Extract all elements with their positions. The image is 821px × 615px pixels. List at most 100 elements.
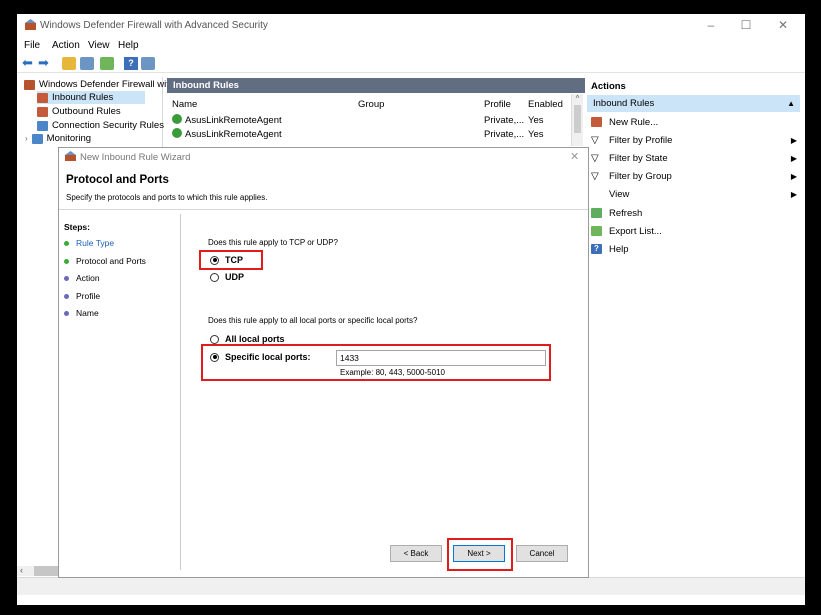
- wizard-heading: Protocol and Ports: [66, 174, 169, 186]
- radio-selected-icon: [210, 255, 219, 265]
- step-done-icon: [64, 240, 69, 246]
- up-folder-icon[interactable]: [62, 57, 76, 70]
- action-refresh[interactable]: Refresh: [591, 205, 801, 221]
- export-list-icon[interactable]: [100, 57, 114, 70]
- inbound-rules-icon: [37, 92, 48, 103]
- submenu-arrow-icon: ▶: [790, 153, 797, 163]
- step-profile[interactable]: Profile: [64, 291, 100, 301]
- wizard-title: New Inbound Rule Wizard: [80, 152, 191, 163]
- row-enabled: Yes: [528, 115, 544, 126]
- hscroll-thumb[interactable]: [34, 566, 58, 576]
- scroll-left-icon[interactable]: ‹: [20, 565, 23, 575]
- minimize-button[interactable]: –: [701, 18, 721, 32]
- steps-label: Steps:: [64, 222, 90, 232]
- step-protocol-and-ports[interactable]: Protocol and Ports: [64, 256, 146, 266]
- ports-question: Does this rule apply to all local ports …: [208, 316, 418, 325]
- submenu-arrow-icon: ▶: [790, 135, 797, 145]
- firewall-app-icon: [65, 151, 76, 161]
- action-view[interactable]: View ▶: [591, 186, 801, 202]
- table-row[interactable]: AsusLinkRemoteAgent: [172, 128, 282, 140]
- connection-security-icon: [37, 120, 48, 131]
- radio-empty-icon: [210, 272, 219, 282]
- step-current-icon: [64, 258, 69, 264]
- action-filter-by-state[interactable]: ▽ Filter by State ▶: [591, 150, 801, 166]
- close-button[interactable]: ✕: [773, 18, 793, 32]
- next-button[interactable]: Next >: [453, 545, 505, 562]
- action-filter-by-group[interactable]: ▽ Filter by Group ▶: [591, 168, 801, 184]
- column-profile[interactable]: Profile: [484, 99, 511, 110]
- radio-selected-icon: [210, 352, 219, 362]
- frame-right: [805, 0, 821, 615]
- help-icon: ?: [591, 244, 602, 254]
- action-help[interactable]: ? Help: [591, 241, 801, 257]
- menu-help[interactable]: Help: [118, 40, 139, 51]
- center-header: Inbound Rules: [167, 78, 585, 93]
- enabled-check-icon: [172, 114, 182, 124]
- row-profile: Private,...: [484, 115, 525, 126]
- actions-header: Actions: [591, 81, 626, 92]
- menu-action[interactable]: Action: [52, 40, 80, 51]
- local-ports-input[interactable]: 1433: [336, 350, 546, 366]
- tree-item-connection-security-rules[interactable]: Connection Security Rules: [37, 119, 164, 132]
- list-scrollbar[interactable]: ^: [571, 94, 583, 146]
- collapse-icon: ▲: [787, 99, 795, 108]
- protocol-question: Does this rule apply to TCP or UDP?: [208, 238, 338, 247]
- step-pending-icon: [64, 293, 69, 299]
- udp-radio[interactable]: UDP: [210, 272, 244, 282]
- tree-item-inbound-rules[interactable]: Inbound Rules: [37, 91, 145, 104]
- radio-empty-icon: [210, 334, 219, 344]
- row-profile: Private,...: [484, 129, 525, 140]
- ports-example: Example: 80, 443, 5000-5010: [340, 368, 445, 377]
- tcp-radio[interactable]: TCP: [210, 255, 243, 265]
- submenu-arrow-icon: ▶: [790, 171, 797, 181]
- frame-top: [0, 0, 821, 14]
- all-local-ports-radio[interactable]: All local ports: [210, 334, 285, 344]
- enabled-check-icon: [172, 128, 182, 138]
- wizard-divider: [59, 209, 588, 210]
- cancel-button[interactable]: Cancel: [516, 545, 568, 562]
- column-enabled[interactable]: Enabled: [528, 99, 563, 110]
- filter-icon: ▽: [591, 134, 599, 146]
- step-pending-icon: [64, 310, 69, 316]
- step-action[interactable]: Action: [64, 273, 100, 283]
- filter-icon: ▽: [591, 170, 599, 182]
- chevron-right-icon: ›: [25, 134, 28, 143]
- refresh-icon: [591, 208, 602, 218]
- step-rule-type[interactable]: Rule Type: [64, 238, 114, 248]
- action-export-list[interactable]: Export List...: [591, 223, 801, 239]
- frame-bottom: [0, 605, 821, 615]
- status-bar: [17, 577, 805, 595]
- action-filter-by-profile[interactable]: ▽ Filter by Profile ▶: [591, 132, 801, 148]
- step-pending-icon: [64, 275, 69, 281]
- new-rule-icon: [591, 117, 602, 127]
- frame-left: [0, 0, 17, 615]
- table-row[interactable]: AsusLinkRemoteAgent: [172, 114, 282, 126]
- action-pane-icon[interactable]: [141, 57, 155, 70]
- maximize-button[interactable]: ☐: [736, 18, 756, 32]
- tree-item-monitoring[interactable]: › Monitoring: [25, 132, 91, 145]
- actions-section-inbound-rules[interactable]: Inbound Rules ▲: [587, 95, 800, 112]
- row-enabled: Yes: [528, 129, 544, 140]
- window-title: Windows Defender Firewall with Advanced …: [40, 20, 268, 31]
- export-icon: [591, 226, 602, 236]
- column-name[interactable]: Name: [172, 99, 197, 110]
- back-arrow-icon[interactable]: ⬅: [22, 56, 36, 70]
- filter-icon: ▽: [591, 152, 599, 164]
- forward-arrow-icon[interactable]: ➡: [38, 56, 52, 70]
- column-group[interactable]: Group: [358, 99, 384, 110]
- firewall-icon: [24, 79, 35, 90]
- help-icon[interactable]: ?: [124, 57, 138, 70]
- specific-local-ports-radio[interactable]: Specific local ports:: [210, 352, 311, 362]
- menu-view[interactable]: View: [88, 40, 110, 51]
- action-new-rule[interactable]: New Rule...: [591, 114, 801, 130]
- back-button[interactable]: < Back: [390, 545, 442, 562]
- submenu-arrow-icon: ▶: [790, 189, 797, 199]
- menu-file[interactable]: File: [24, 40, 40, 51]
- tree-root[interactable]: Windows Defender Firewall with: [24, 78, 174, 91]
- wizard-close-icon[interactable]: ✕: [570, 150, 579, 163]
- step-name[interactable]: Name: [64, 308, 99, 318]
- outbound-rules-icon: [37, 106, 48, 117]
- firewall-app-icon: [25, 19, 36, 30]
- tree-item-outbound-rules[interactable]: Outbound Rules: [37, 105, 121, 118]
- show-hide-tree-icon[interactable]: [80, 57, 94, 70]
